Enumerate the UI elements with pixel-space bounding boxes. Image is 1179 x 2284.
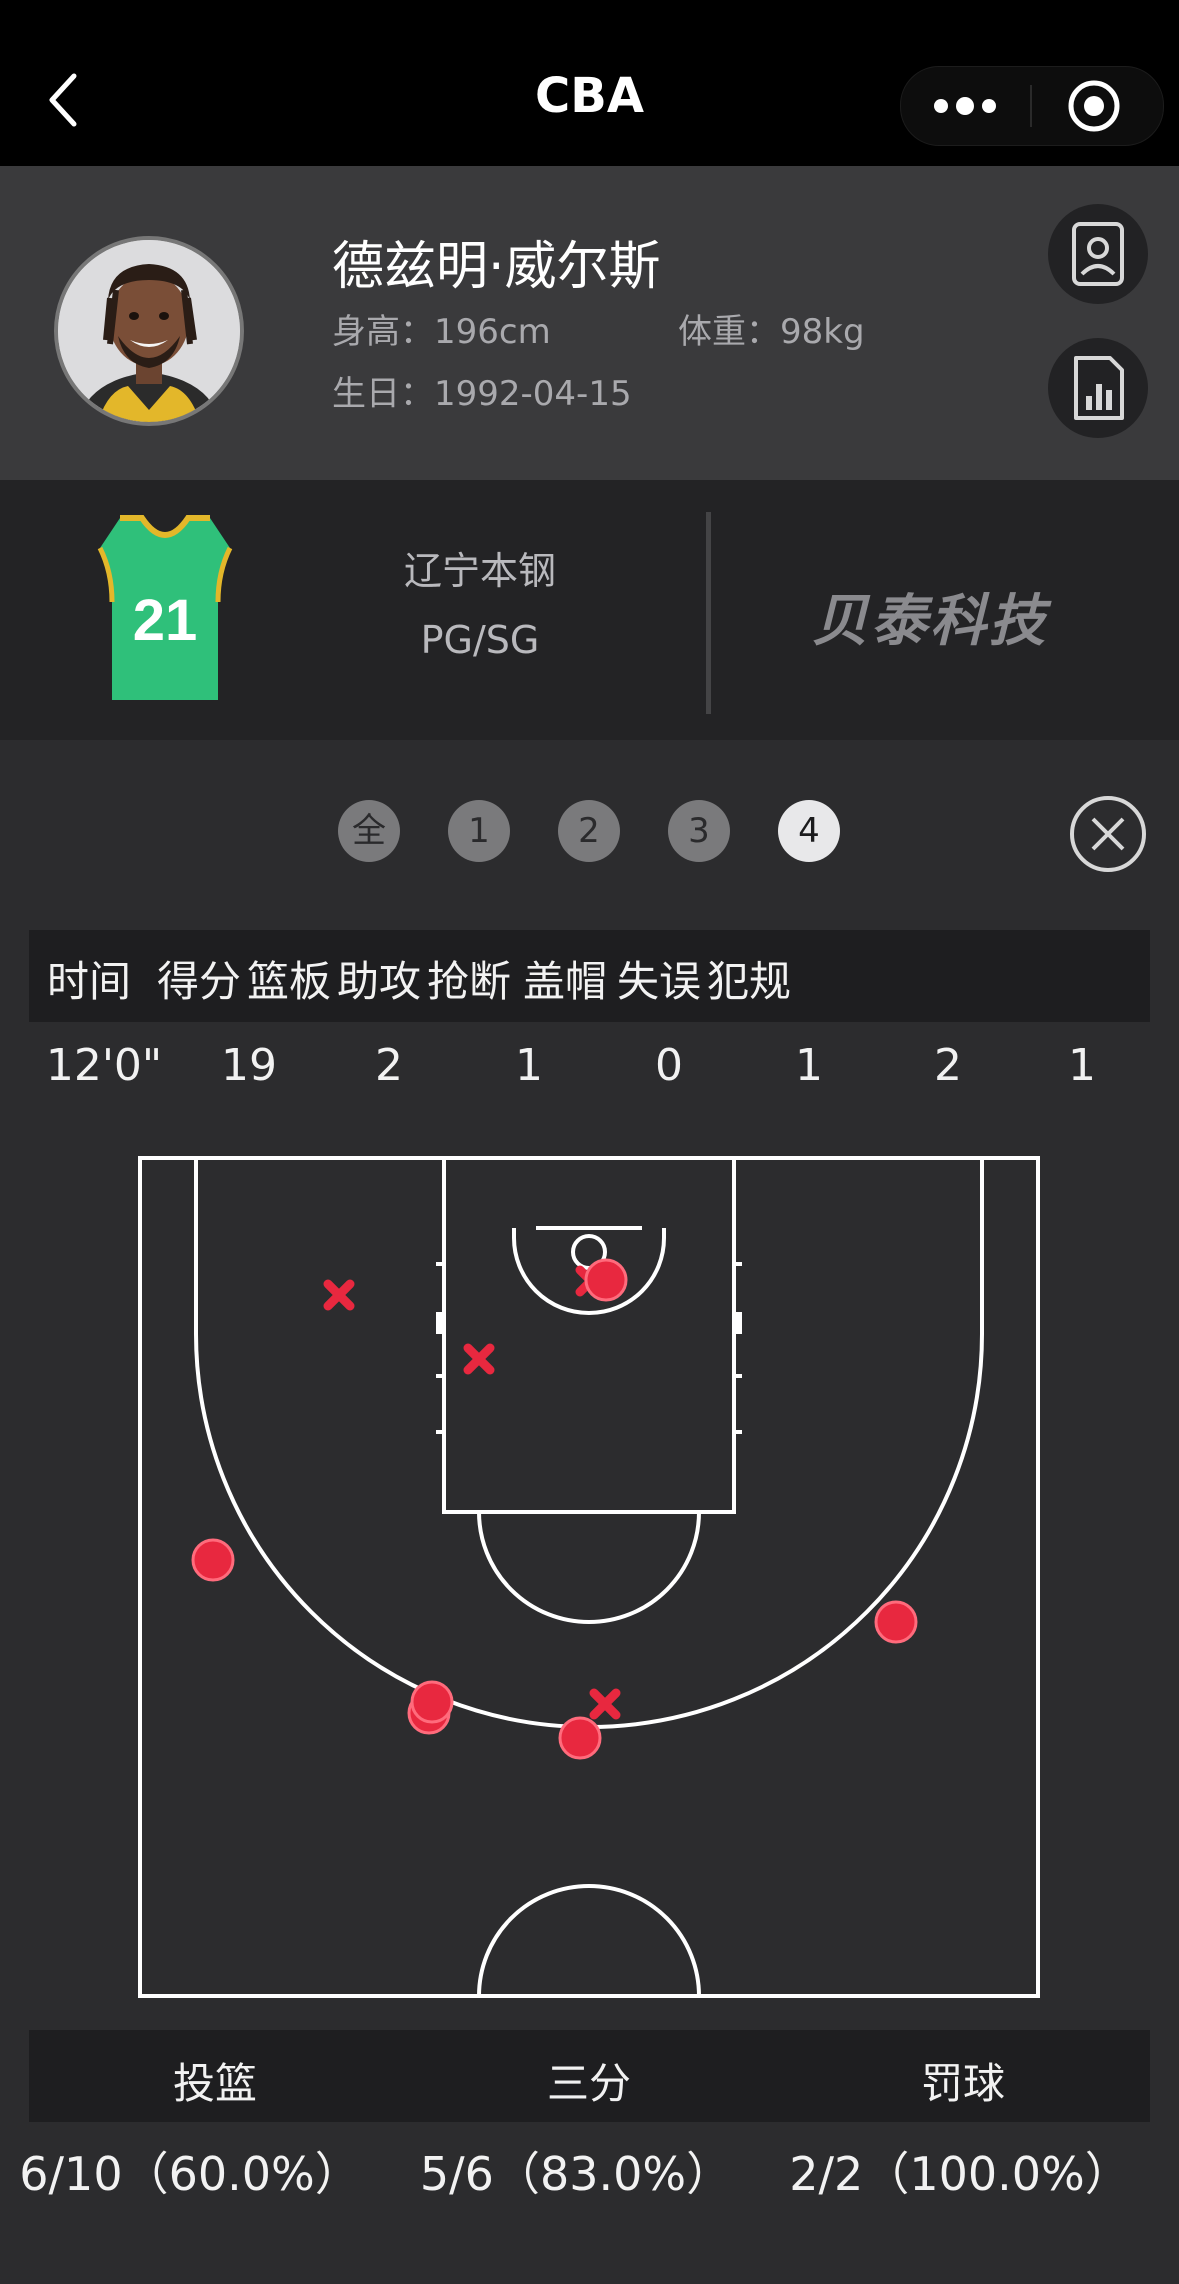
stats-value-rebounds: 2	[375, 1040, 403, 1091]
stats-header-row: 时间 得分 篮板 助攻 抢断 盖帽 失误 犯规	[29, 930, 1150, 1022]
stats-value-turnovers: 2	[934, 1040, 962, 1091]
shot-chart	[138, 1156, 1040, 1998]
three-pt-label: 三分	[546, 2059, 631, 2108]
team-divider	[706, 512, 711, 714]
paint-area	[442, 1156, 736, 1514]
quarter-pill-1[interactable]: 1	[448, 800, 510, 862]
three-pt-value: 5/6（83.0%）	[419, 2147, 733, 2201]
stats-report-button[interactable]	[1048, 338, 1148, 438]
player-position: PG/SG	[420, 618, 540, 662]
close-miniprogram-button[interactable]	[1032, 67, 1162, 145]
ft-value: 2/2（100.0%）	[789, 2147, 1131, 2201]
stats-value-points: 19	[221, 1040, 277, 1091]
weight-info: 体重：98kg	[678, 304, 865, 353]
profile-card-icon	[1072, 222, 1124, 286]
stats-value-steals: 0	[655, 1040, 683, 1091]
made-shot-marker	[558, 1716, 602, 1760]
quarter-pill-2[interactable]: 2	[558, 800, 620, 862]
fg-value: 6/10（60.0%）	[19, 2147, 361, 2201]
close-button[interactable]	[1068, 794, 1148, 874]
three-point-line	[194, 1158, 984, 1729]
nav-bar: CBA	[0, 0, 1179, 166]
made-shot-marker	[191, 1538, 235, 1582]
missed-shot-marker	[463, 1343, 495, 1375]
team-bar: 21 辽宁本钢 PG/SG 贝泰科技	[0, 480, 1179, 740]
birthday-label: 生日：	[332, 374, 434, 414]
player-header: 德兹明·威尔斯 身高：196cm 体重：98kg 生日：1992-04-15	[0, 166, 1179, 480]
made-shot-marker	[584, 1258, 628, 1302]
stats-value-assists: 1	[515, 1040, 543, 1091]
missed-shot-marker	[589, 1688, 621, 1720]
weight-label: 体重：	[678, 312, 780, 352]
quarter-pill-4[interactable]: 4	[778, 800, 840, 862]
fg-label: 投篮	[172, 2059, 257, 2108]
made-shots	[191, 1258, 918, 1760]
jersey-image: 21	[97, 515, 233, 700]
close-icon	[1070, 796, 1146, 872]
ft-label: 罚球	[920, 2059, 1005, 2108]
birthday-info: 生日：1992-04-15	[332, 366, 632, 415]
jersey-number: 21	[133, 588, 198, 653]
more-button[interactable]	[901, 67, 1031, 145]
quarter-pill-3[interactable]: 3	[668, 800, 730, 862]
team-name: 辽宁本钢	[403, 549, 556, 593]
target-icon	[1068, 80, 1120, 132]
center-arc	[477, 1884, 701, 1997]
lane-block	[436, 1312, 446, 1334]
quarter-pill-all[interactable]: 全	[338, 800, 400, 862]
stats-value-fouls: 1	[1068, 1040, 1096, 1091]
lane-block	[732, 1312, 742, 1334]
height-label: 身高：	[332, 312, 434, 352]
profile-button[interactable]	[1048, 204, 1148, 304]
sponsor-logo: 贝泰科技	[812, 589, 1048, 654]
mini-program-capsule	[900, 66, 1164, 146]
free-throw-arc	[477, 1511, 701, 1624]
made-shot-marker	[410, 1680, 454, 1724]
made-shot-marker	[874, 1600, 918, 1644]
height-value: 196cm	[434, 312, 551, 352]
birthday-value: 1992-04-15	[434, 374, 632, 414]
player-avatar	[54, 236, 244, 426]
stats-header-fouls: 犯规	[706, 957, 791, 1006]
player-photo	[58, 240, 240, 422]
stats-value-time: 12'0"	[45, 1040, 163, 1091]
missed-shot-marker	[323, 1279, 355, 1311]
weight-value: 98kg	[780, 312, 865, 352]
shooting-header-row: 投篮 三分 罚球	[29, 2030, 1150, 2122]
stats-header-time: 时间	[46, 957, 131, 1006]
stats-value-blocks: 1	[795, 1040, 823, 1091]
height-info: 身高：196cm	[332, 304, 551, 353]
more-dots-icon	[934, 97, 996, 115]
bar-chart-icon	[1074, 356, 1124, 420]
player-name: 德兹明·威尔斯	[332, 237, 661, 297]
missed-shots	[323, 1265, 621, 1720]
